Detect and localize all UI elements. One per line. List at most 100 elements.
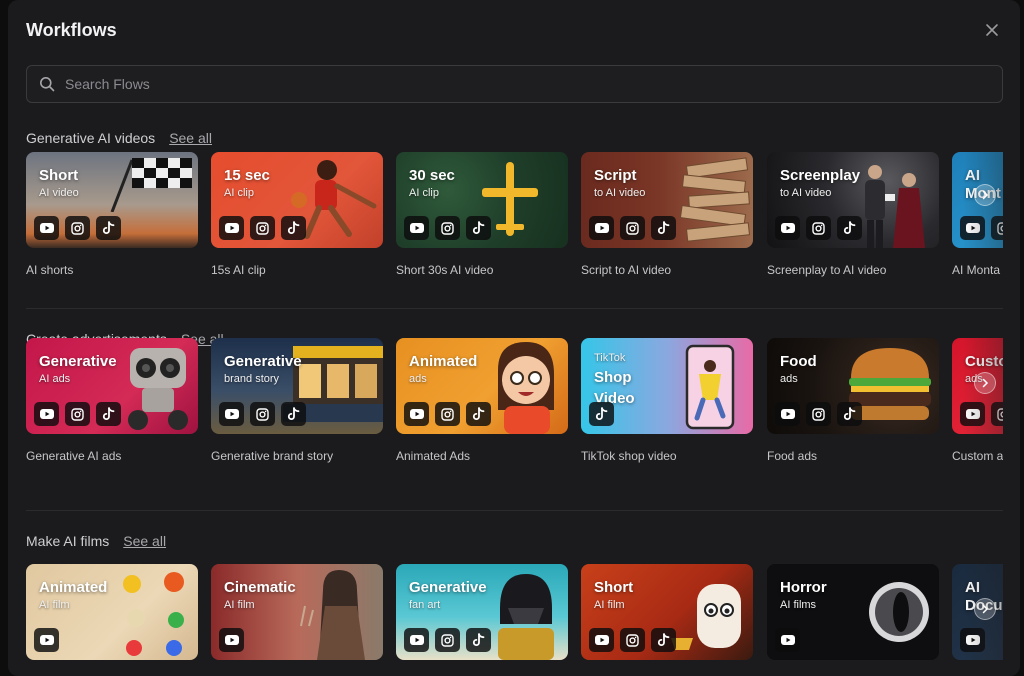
tiktok-icon	[589, 402, 614, 426]
platform-icons	[960, 628, 985, 652]
thumbnail: 30 sec AI clip	[396, 152, 568, 248]
card-tiktok-shop-video[interactable]: TikTok Shop Video TikTok shop video	[581, 338, 753, 463]
youtube-icon	[404, 216, 429, 240]
card-subtitle: AI clip	[224, 187, 254, 199]
chevron-right-icon	[982, 378, 989, 388]
platform-icons	[775, 628, 800, 652]
card-row: Animated AI film Cinematic AI film Gener…	[26, 564, 1003, 676]
robot-image	[128, 348, 188, 430]
cartoon-characters-image	[123, 572, 184, 656]
card-subtitle: TikTok	[594, 352, 626, 364]
platform-icons	[34, 402, 121, 426]
youtube-icon	[960, 402, 985, 426]
card-short-30s-ai-video[interactable]: 30 sec AI clip Short 30s AI video	[396, 152, 568, 277]
platform-icons	[219, 216, 306, 240]
see-all-link[interactable]: See all	[123, 533, 166, 549]
section-title: Make AI films	[26, 533, 110, 549]
cinematic-figure-image	[300, 570, 365, 660]
card-label: AI shorts	[26, 263, 74, 277]
platform-icons	[34, 216, 121, 240]
card-label: Generative brand story	[211, 449, 334, 463]
instagram-icon	[620, 628, 645, 652]
thumbnail: Cinematic AI film	[211, 564, 383, 660]
card-cinematic-ai-film[interactable]: Cinematic AI film	[211, 564, 383, 660]
card-title: Short	[39, 167, 79, 184]
card-animated-ai-film[interactable]: Animated AI film	[26, 564, 198, 660]
card-subtitle: AI film	[224, 599, 255, 611]
card-title: Generative	[409, 579, 487, 596]
card-horror-ai-films[interactable]: Horror AI films	[767, 564, 939, 660]
instagram-icon	[250, 216, 275, 240]
card-label: AI Monta	[952, 263, 1001, 277]
youtube-icon	[219, 628, 244, 652]
platform-icons	[589, 628, 676, 652]
card-food-ads[interactable]: Food ads Food ads	[767, 338, 939, 463]
chevron-right-icon	[982, 604, 989, 614]
instagram-icon	[65, 216, 90, 240]
instagram-icon	[620, 216, 645, 240]
modal-header: Workflows	[26, 18, 1002, 44]
youtube-icon	[589, 216, 614, 240]
card-script-to-ai-video[interactable]: Script to AI video Script to AI video	[581, 152, 753, 277]
thumbnail: Generative AI ads	[26, 338, 198, 434]
instagram-icon	[991, 216, 1003, 240]
youtube-icon	[960, 216, 985, 240]
card-subtitle: to AI video	[594, 187, 646, 199]
tiktok-icon	[466, 216, 491, 240]
card-short-ai-film[interactable]: Short AI film	[581, 564, 753, 660]
section-title: Generative AI videos	[26, 130, 156, 146]
card-title: 15 sec	[224, 167, 270, 184]
platform-icons	[404, 628, 491, 652]
youtube-icon	[404, 402, 429, 426]
card-ai-shorts[interactable]: Short AI video AI shorts	[26, 152, 198, 277]
card-generative-brand-story[interactable]: Generative brand story Generative brand …	[211, 338, 383, 463]
youtube-icon	[219, 216, 244, 240]
platform-icons	[404, 216, 491, 240]
search-bar[interactable]	[26, 65, 1003, 103]
youtube-icon	[775, 216, 800, 240]
tiktok-icon	[837, 402, 862, 426]
section-make-ai-films: Make AI films See all Animated AI film C…	[26, 531, 1003, 660]
card-label: Animated Ads	[396, 449, 471, 463]
chevron-right-icon	[982, 190, 989, 200]
scroll-right-button[interactable]	[974, 598, 996, 620]
card-subtitle: fan art	[409, 599, 441, 611]
horror-portal-image	[869, 582, 929, 642]
youtube-icon	[219, 402, 244, 426]
card-row: Short AI video AI shorts 15 sec AI clip …	[26, 152, 1003, 292]
platform-icons	[404, 402, 491, 426]
search-icon	[40, 77, 55, 92]
card-generative-ai-ads[interactable]: Generative AI ads Generative AI ads	[26, 338, 198, 463]
tiktok-icon	[466, 628, 491, 652]
card-subtitle: AI ads	[39, 373, 71, 385]
instagram-icon	[435, 628, 460, 652]
card-title: Animated	[409, 353, 478, 370]
search-input[interactable]	[65, 66, 1002, 102]
sushi-character-image	[671, 584, 741, 650]
close-icon	[986, 24, 998, 36]
card-screenplay-to-ai-video[interactable]: Screenplay to AI video Screenplay to AI …	[767, 152, 939, 277]
card-label: Generative AI ads	[26, 449, 122, 463]
close-button[interactable]	[982, 20, 1002, 40]
helmet-character-image	[498, 574, 554, 660]
card-subtitle: ads	[780, 373, 798, 385]
scroll-right-button[interactable]	[974, 184, 996, 206]
card-title: Custo	[965, 353, 1003, 370]
card-title: Generative	[224, 353, 302, 370]
see-all-link[interactable]: See all	[169, 130, 212, 146]
card-15s-ai-clip[interactable]: 15 sec AI clip 15s AI clip	[211, 152, 383, 277]
section-divider	[26, 510, 1003, 511]
thumbnail: Screenplay to AI video	[767, 152, 939, 248]
youtube-icon	[960, 628, 985, 652]
card-animated-ads[interactable]: Animated ads Animated Ads	[396, 338, 568, 463]
platform-icons	[960, 402, 1003, 426]
card-generative-fan-art[interactable]: Generative fan art	[396, 564, 568, 660]
scroll-right-button[interactable]	[974, 372, 996, 394]
modal-title: Workflows	[26, 20, 117, 40]
card-label: Short 30s AI video	[396, 263, 494, 277]
card-subtitle: to AI video	[780, 187, 832, 199]
card-title: Screenplay	[780, 167, 861, 184]
card-label: Food ads	[767, 449, 818, 463]
section-divider	[26, 308, 1003, 309]
tiktok-icon	[466, 402, 491, 426]
